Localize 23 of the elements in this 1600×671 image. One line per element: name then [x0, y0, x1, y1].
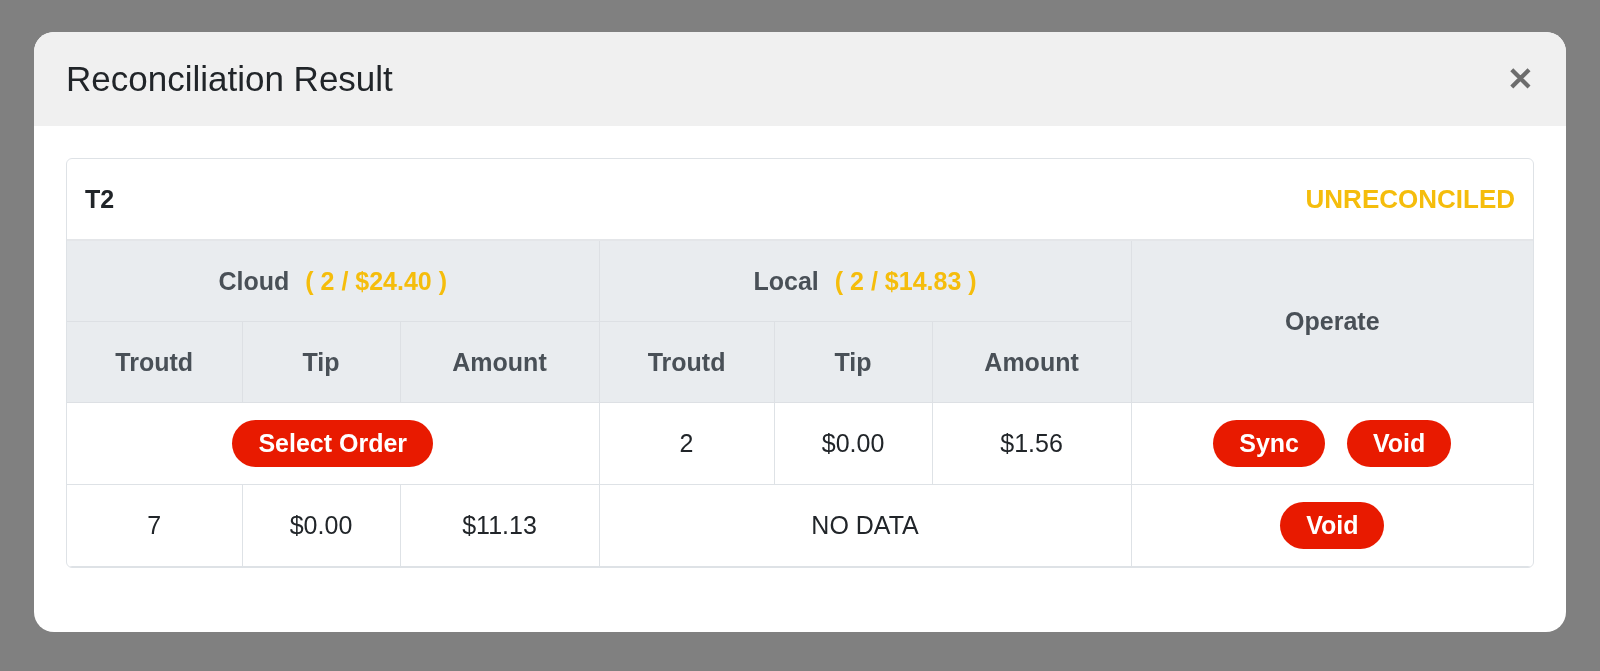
group-header: Local ( 2 / $14.83 )	[599, 241, 1132, 322]
amount-cell: $1.56	[932, 402, 1132, 485]
select-order-button[interactable]: Select Order	[232, 420, 434, 467]
column-header: Amount	[932, 321, 1132, 403]
sync-button[interactable]: Sync	[1213, 420, 1325, 467]
column-header: Tip	[242, 321, 400, 403]
dialog-title: Reconciliation Result	[66, 59, 393, 99]
status-label: UNRECONCILED	[1305, 183, 1515, 215]
close-button[interactable]: ✕	[1507, 63, 1534, 95]
group-header: Cloud ( 2 / $24.40 )	[67, 241, 600, 322]
column-header: Amount	[400, 321, 600, 403]
void-button[interactable]: Void	[1347, 420, 1452, 467]
troutd-cell: 2	[599, 402, 775, 485]
column-header: Troutd	[67, 321, 242, 403]
tip-cell: $0.00	[774, 402, 933, 485]
void-button[interactable]: Void	[1280, 502, 1385, 549]
column-header: Operate	[1131, 241, 1533, 403]
no-data-cell: NO DATA	[599, 484, 1132, 567]
amount-cell: $11.13	[400, 484, 600, 567]
column-header: Troutd	[599, 321, 775, 403]
tip-cell: $0.00	[242, 484, 400, 567]
terminal-name: T2	[85, 184, 115, 214]
column-header: Tip	[774, 321, 933, 403]
